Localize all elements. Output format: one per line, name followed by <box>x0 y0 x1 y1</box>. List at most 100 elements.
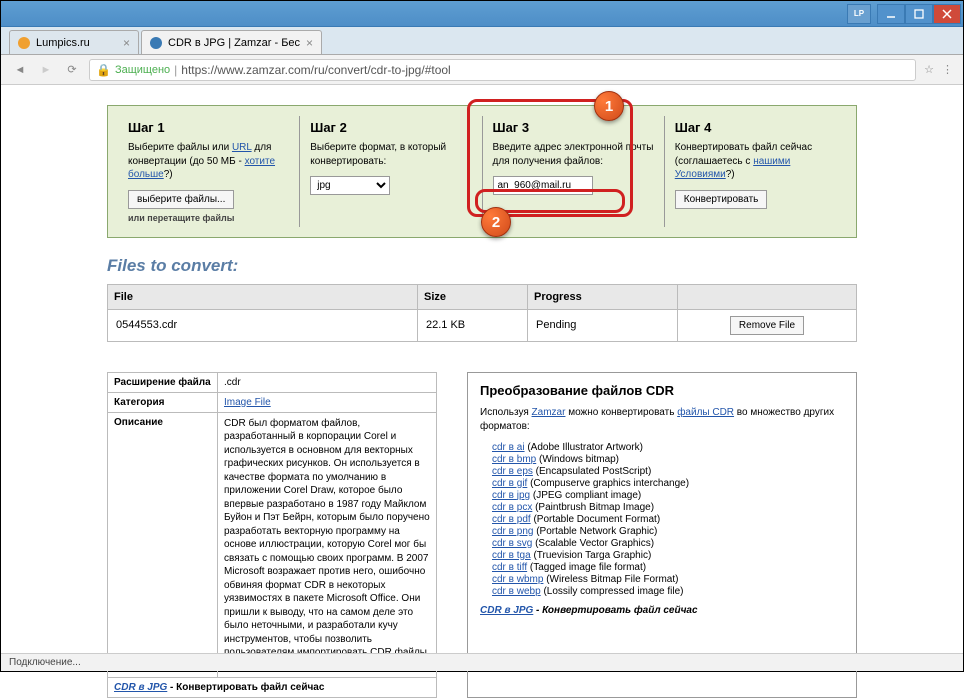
window-titlebar: LP <box>1 1 963 27</box>
address-bar: ◄ ► ⟳ 🔒 Защищено | https://www.zamzar.co… <box>1 55 963 85</box>
format-item: cdr в pcx (Paintbrush Bitmap Image) <box>492 502 844 513</box>
zamzar-link[interactable]: Zamzar <box>532 407 566 418</box>
format-item: cdr в wbmp (Wireless Bitmap File Format) <box>492 574 844 585</box>
bottom-row: Расширение файла.cdr Категория Image File… <box>107 372 857 698</box>
step-title: Шаг 2 <box>310 120 471 135</box>
format-select[interactable]: jpg <box>310 176 390 195</box>
col-file: File <box>108 284 418 309</box>
url-link[interactable]: URL <box>232 142 252 153</box>
choose-files-button[interactable]: выберите файлы... <box>128 190 234 209</box>
conversion-box: Преобразование файлов CDR Используя Zamz… <box>467 372 857 698</box>
tab-title: CDR в JPG | Zamzar - Бес <box>168 37 300 49</box>
lp-badge: LP <box>847 4 871 24</box>
secure-label: Защищено <box>115 64 170 76</box>
format-link[interactable]: cdr в eps <box>492 466 533 477</box>
cat-label: Категория <box>108 392 218 412</box>
reload-button[interactable]: ⟳ <box>63 61 81 79</box>
category-link[interactable]: Image File <box>224 397 271 408</box>
close-button[interactable] <box>933 4 961 24</box>
desc-text: CDR был форматом файлов, разработанный в… <box>218 412 437 678</box>
format-item: cdr в png (Portable Network Graphic) <box>492 526 844 537</box>
back-button[interactable]: ◄ <box>11 61 29 79</box>
box-intro: Используя Zamzar можно конвертировать фа… <box>480 406 844 434</box>
cell-size: 22.1 KB <box>418 309 528 341</box>
format-item: cdr в bmp (Windows bitmap) <box>492 454 844 465</box>
annotation-badge-2: 2 <box>481 207 511 237</box>
remove-file-button[interactable]: Remove File <box>730 316 804 335</box>
format-link[interactable]: cdr в png <box>492 526 533 537</box>
favicon-icon <box>150 37 162 49</box>
ext-value: .cdr <box>218 372 437 392</box>
tab-close-icon[interactable]: × <box>123 36 130 50</box>
step-title: Шаг 4 <box>675 120 836 135</box>
format-list: cdr в ai (Adobe Illustrator Artwork)cdr … <box>480 442 844 597</box>
minimize-button[interactable] <box>877 4 905 24</box>
format-link[interactable]: cdr в jpg <box>492 490 530 501</box>
format-item: cdr в gif (Compuserve graphics interchan… <box>492 478 844 489</box>
col-action <box>678 284 857 309</box>
format-link[interactable]: cdr в wbmp <box>492 574 543 585</box>
tab-strip: Lumpics.ru × CDR в JPG | Zamzar - Бес × <box>1 27 963 55</box>
url-field[interactable]: 🔒 Защищено | https://www.zamzar.com/ru/c… <box>89 59 916 81</box>
format-link[interactable]: cdr в gif <box>492 478 527 489</box>
status-bar: Подключение... <box>1 653 963 671</box>
box-title: Преобразование файлов CDR <box>480 383 844 398</box>
desc-label: Описание <box>108 412 218 678</box>
annotation-badge-1: 1 <box>594 91 624 121</box>
files-table: File Size Progress 0544553.cdr 22.1 KB P… <box>107 284 857 342</box>
info-table: Расширение файла.cdr Категория Image File… <box>107 372 437 698</box>
format-link[interactable]: cdr в tiff <box>492 562 527 573</box>
tab-close-icon[interactable]: × <box>306 36 313 50</box>
cdr-files-link[interactable]: файлы CDR <box>677 407 734 418</box>
step-desc: Конвертировать файл сейчас (соглашаетесь… <box>675 141 836 182</box>
email-input[interactable] <box>493 176 593 195</box>
cell-progress: Pending <box>528 309 678 341</box>
convert-button[interactable]: Конвертировать <box>675 190 768 209</box>
step-4: Шаг 4 Конвертировать файл сейчас (соглаш… <box>665 116 846 227</box>
tab-zamzar[interactable]: CDR в JPG | Zamzar - Бес × <box>141 30 322 54</box>
footer-convert-link[interactable]: CDR в JPG <box>114 682 167 693</box>
format-link[interactable]: cdr в tga <box>492 550 531 561</box>
format-link[interactable]: cdr в svg <box>492 538 532 549</box>
format-item: cdr в pdf (Portable Document Format) <box>492 514 844 525</box>
step-3: Шаг 3 Введите адрес электронной почты дл… <box>483 116 665 227</box>
format-item: cdr в svg (Scalable Vector Graphics) <box>492 538 844 549</box>
col-progress: Progress <box>528 284 678 309</box>
step-desc: Введите адрес электронной почты для полу… <box>493 141 654 168</box>
maximize-button[interactable] <box>905 4 933 24</box>
format-item: cdr в jpg (JPEG compliant image) <box>492 490 844 501</box>
footer-convert-link[interactable]: CDR в JPG <box>480 605 533 616</box>
format-item: cdr в tiff (Tagged image file format) <box>492 562 844 573</box>
step-2: Шаг 2 Выберите формат, в который конверт… <box>300 116 482 227</box>
format-item: cdr в tga (Truevision Targa Graphic) <box>492 550 844 561</box>
format-link[interactable]: cdr в pcx <box>492 502 532 513</box>
favicon-icon <box>18 37 30 49</box>
menu-icon[interactable]: ⋮ <box>942 63 953 76</box>
star-icon[interactable]: ☆ <box>924 63 934 76</box>
step-title: Шаг 3 <box>493 120 654 135</box>
step-desc: Выберите формат, в который конвертироват… <box>310 141 471 168</box>
page-content: Шаг 1 Выберите файлы или URL для конверт… <box>1 85 963 698</box>
status-text: Подключение... <box>9 657 81 668</box>
format-item: cdr в eps (Encapsulated PostScript) <box>492 466 844 477</box>
file-row: 0544553.cdr 22.1 KB Pending Remove File <box>108 309 857 341</box>
format-link[interactable]: cdr в webp <box>492 586 541 597</box>
step-desc: Выберите файлы или URL для конвертации (… <box>128 141 289 182</box>
format-link[interactable]: cdr в bmp <box>492 454 536 465</box>
forward-button[interactable]: ► <box>37 61 55 79</box>
url-text: https://www.zamzar.com/ru/convert/cdr-to… <box>181 63 450 77</box>
col-size: Size <box>418 284 528 309</box>
files-heading: Files to convert: <box>107 256 857 276</box>
cell-file: 0544553.cdr <box>108 309 418 341</box>
format-item: cdr в webp (Lossily compressed image fil… <box>492 586 844 597</box>
format-link[interactable]: cdr в ai <box>492 442 525 453</box>
format-item: cdr в ai (Adobe Illustrator Artwork) <box>492 442 844 453</box>
ext-label: Расширение файла <box>108 372 218 392</box>
tab-title: Lumpics.ru <box>36 37 90 49</box>
lock-icon: 🔒 <box>96 63 111 77</box>
tab-lumpics[interactable]: Lumpics.ru × <box>9 30 139 54</box>
step-title: Шаг 1 <box>128 120 289 135</box>
format-link[interactable]: cdr в pdf <box>492 514 531 525</box>
step-1: Шаг 1 Выберите файлы или URL для конверт… <box>118 116 300 227</box>
drag-hint: или перетащите файлы <box>128 213 289 223</box>
